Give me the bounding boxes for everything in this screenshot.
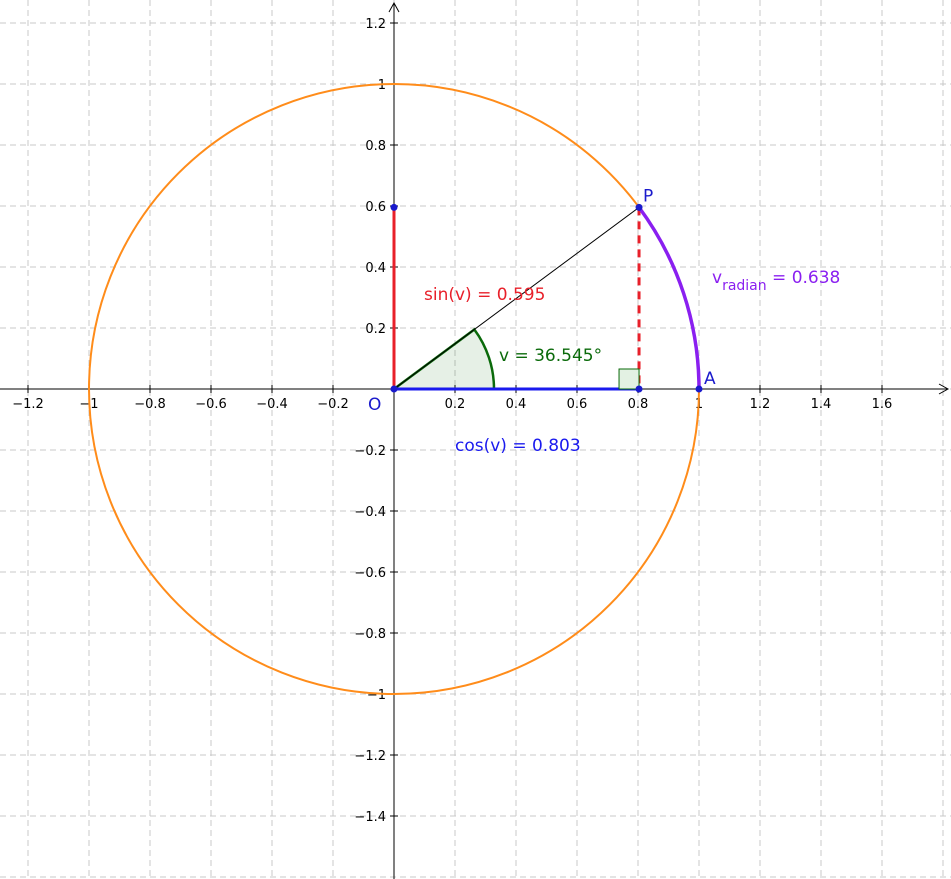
- x-tick-label: 0.8: [628, 397, 649, 412]
- point-a[interactable]: [695, 385, 703, 393]
- cos-value-label: cos(v) = 0.803: [455, 436, 581, 456]
- y-tick-label: 1: [378, 78, 386, 93]
- y-tick-label: −0.2: [354, 444, 386, 459]
- y-tick-label: −0.6: [354, 566, 386, 581]
- angle-value-label: v = 36.545°: [499, 346, 602, 366]
- x-tick-label: 0.4: [506, 397, 527, 412]
- y-tick-label: −1: [367, 688, 386, 703]
- x-tick-label: 0.2: [445, 397, 466, 412]
- unit-circle-diagram: −1.2 −1 −0.8 −0.6 −0.4 −0.2 0.2 0.4 0.6 0.8 1 1.2 1.…: [0, 0, 951, 879]
- point-a-label: A: [704, 369, 716, 389]
- x-tick-label: −0.6: [195, 397, 227, 412]
- radian-subscript: radian: [722, 278, 767, 294]
- y-tick-labels: 1.2 1 0.8 0.6 0.4 0.2 −0.2 −0.4 −0.6 −0.8 −1 −1.2 −1…: [354, 17, 398, 825]
- radian-symbol: v: [712, 268, 722, 288]
- x-tick-label: −1.2: [12, 397, 44, 412]
- y-tick-label: 0.6: [365, 200, 386, 215]
- point-p[interactable]: [635, 203, 643, 211]
- point-p-label: P: [643, 186, 653, 206]
- x-tick-label: 1.4: [811, 397, 832, 412]
- x-tick-label: −0.4: [256, 397, 288, 412]
- y-tick-label: −0.4: [354, 505, 386, 520]
- x-tick-label: −0.8: [134, 397, 166, 412]
- y-tick-label: 0.8: [365, 139, 386, 154]
- y-tick-label: −1.2: [354, 749, 386, 764]
- y-tick-label: 1.2: [365, 17, 386, 32]
- sin-value-label: sin(v) = 0.595: [424, 285, 545, 305]
- y-tick-label: 0.4: [365, 261, 386, 276]
- x-tick-label: −0.2: [317, 397, 349, 412]
- origin-label: O: [368, 395, 381, 415]
- cos-point[interactable]: [635, 385, 643, 393]
- y-tick-label: −0.8: [354, 627, 386, 642]
- x-tick-label: 0.6: [567, 397, 588, 412]
- y-tick-label: −1.4: [354, 810, 386, 825]
- x-tick-label: 1.2: [750, 397, 771, 412]
- y-tick-label: 0.2: [365, 322, 386, 337]
- radian-arc: [637, 206, 701, 390]
- point-o[interactable]: [390, 385, 398, 393]
- radian-value: = 0.638: [767, 268, 841, 288]
- sin-point[interactable]: [390, 203, 398, 211]
- right-angle-marker: [618, 368, 640, 390]
- x-tick-label: 1.6: [872, 397, 893, 412]
- angle-sector: [390, 327, 496, 391]
